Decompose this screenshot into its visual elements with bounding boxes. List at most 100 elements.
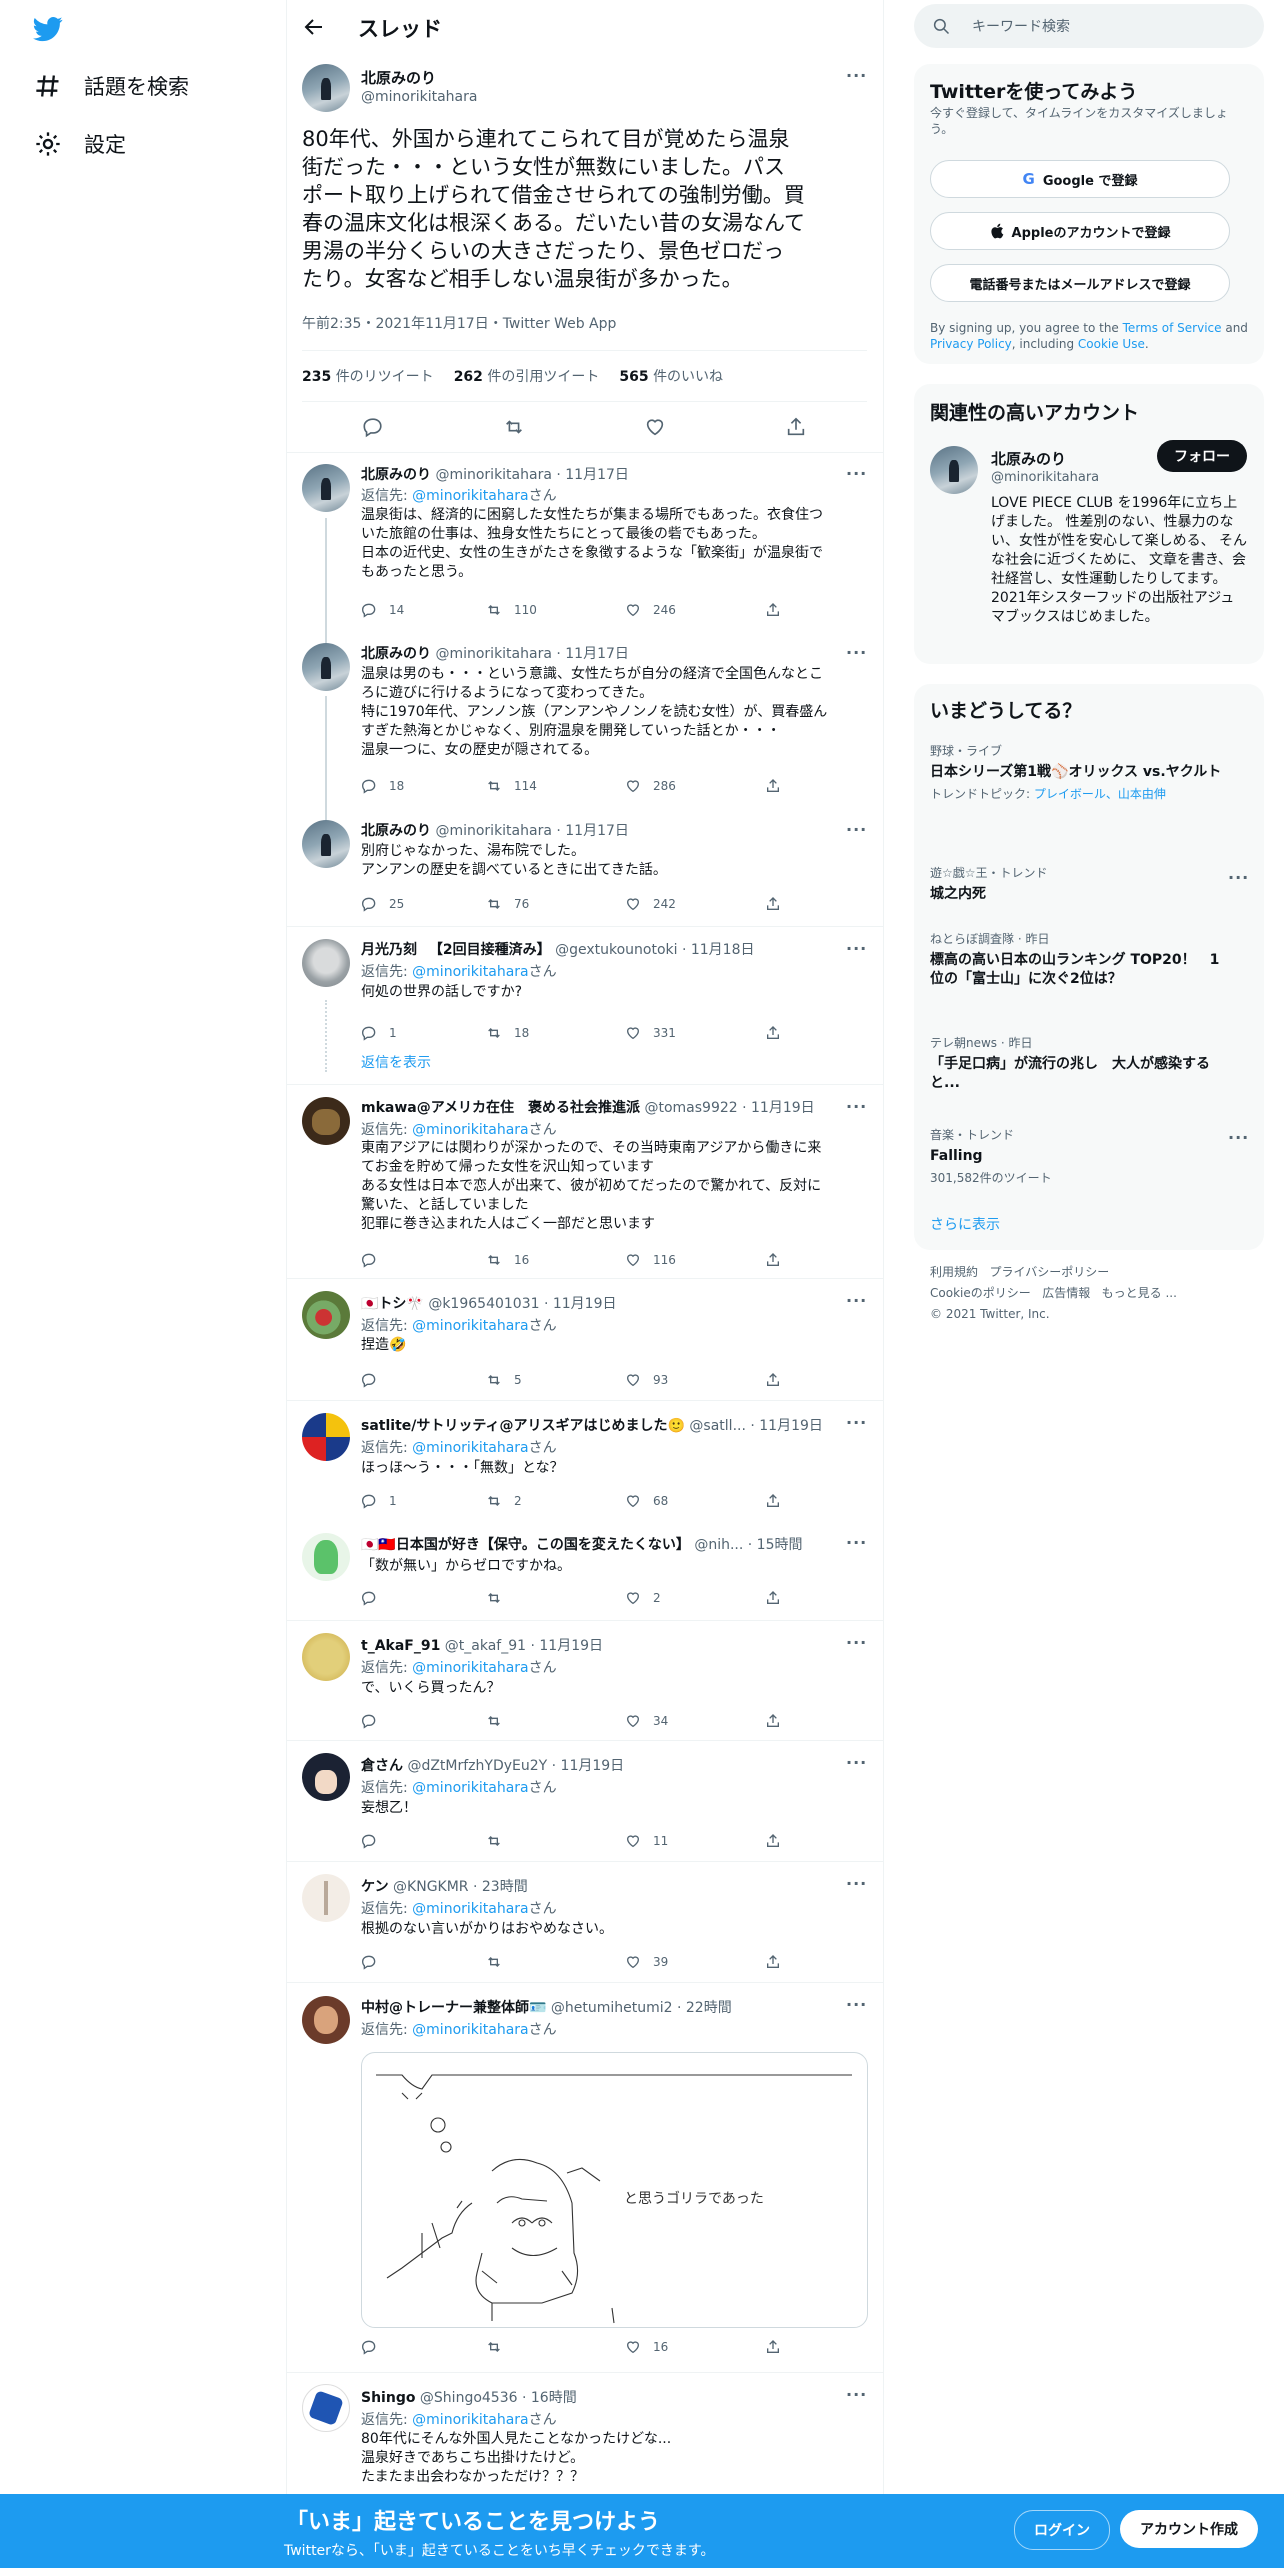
reply-tweet[interactable]: 🇯🇵トシ🎌 @k1965401031 · 11月19日 ··· 返信先: @mi… (286, 1278, 883, 1400)
author-name[interactable]: mkawa@アメリカ在住 褒める社会推進派 (361, 1100, 640, 1116)
avatar[interactable] (302, 820, 350, 868)
show-more-link[interactable]: さらに表示 (930, 1214, 1000, 1234)
reply-button[interactable] (361, 1252, 389, 1268)
avatar[interactable] (302, 643, 350, 691)
author-handle[interactable]: @KNGKMR · 23時間 (393, 1879, 528, 1895)
author-name[interactable]: ケン (361, 1879, 389, 1895)
avatar[interactable] (302, 1753, 350, 1801)
reply-tweet[interactable]: satlite/サトリッティ@アリスギアはじめました🙂 @satll... · … (286, 1400, 883, 1520)
share-button[interactable] (765, 1833, 781, 1849)
reply-tweet[interactable]: 北原みのり @minorikitahara · 11月17日 ··· 返信先: … (286, 452, 883, 627)
avatar[interactable] (302, 64, 350, 112)
mention-link[interactable]: @minorikitahara (412, 964, 528, 980)
retweets-stat[interactable]: 235 件のリツイート (302, 366, 434, 386)
reply-tweet[interactable]: mkawa@アメリカ在住 褒める社会推進派 @tomas9922 · 11月19… (286, 1084, 883, 1278)
mention-link[interactable]: @minorikitahara (412, 1122, 528, 1138)
retweet-button[interactable]: 18 (486, 1025, 529, 1041)
search-input[interactable] (970, 14, 1244, 40)
retweet-button[interactable]: 16 (486, 1252, 529, 1268)
author-name[interactable]: 月光乃刻 【2回目接種済み】 (361, 942, 551, 958)
reply-button[interactable] (361, 2339, 389, 2355)
trend-item[interactable]: 野球・ライブ 日本シリーズ第1戦⚾オリックス vs.ヤクルト トレンドトピック:… (930, 742, 1230, 802)
mention-link[interactable]: @minorikitahara (412, 1901, 528, 1917)
footer-terms-link[interactable]: 利用規約 (930, 1265, 978, 1279)
author-handle[interactable]: @hetumihetumi2 · 22時間 (551, 2000, 732, 2016)
like-button[interactable]: 11 (625, 1833, 668, 1849)
related-name[interactable]: 北原みのり (991, 448, 1066, 469)
share-button[interactable] (765, 778, 781, 794)
mention-link[interactable]: @minorikitahara (412, 488, 528, 504)
retweet-icon[interactable] (503, 416, 525, 438)
author-name[interactable]: 中村@トレーナー兼整体師🪪 (361, 2000, 546, 2016)
like-button[interactable]: 68 (625, 1493, 668, 1509)
avatar[interactable] (302, 464, 350, 512)
reply-tweet[interactable]: 北原みのり @minorikitahara · 11月17日 ··· 別府じゃな… (286, 808, 883, 928)
like-button[interactable]: 286 (625, 778, 676, 794)
cookie-link[interactable]: Cookie Use (1078, 337, 1145, 351)
avatar[interactable] (302, 1633, 350, 1681)
like-button[interactable]: 331 (625, 1025, 676, 1041)
author-handle[interactable]: @Shingo4536 · 16時間 (420, 2390, 577, 2406)
share-button[interactable] (765, 1252, 781, 1268)
reply-button[interactable] (361, 1833, 389, 1849)
reply-button[interactable] (361, 1954, 389, 1970)
share-button[interactable] (765, 1590, 781, 1606)
retweet-button[interactable]: 114 (486, 778, 537, 794)
author-handle[interactable]: @minorikitahara · 11月17日 (435, 646, 628, 662)
author-handle[interactable]: @tomas9922 · 11月19日 (644, 1100, 814, 1116)
retweet-button[interactable]: 2 (486, 1493, 522, 1509)
author-handle[interactable]: @satll... · 11月19日 (689, 1418, 822, 1434)
share-button[interactable] (765, 1025, 781, 1041)
more-options-icon[interactable]: ··· (846, 66, 867, 85)
share-button[interactable] (765, 1713, 781, 1729)
reply-button[interactable]: 1 (361, 1025, 397, 1041)
author-name[interactable]: 北原みのり (361, 823, 431, 839)
reply-button[interactable] (361, 1590, 389, 1606)
like-button[interactable]: 39 (625, 1954, 668, 1970)
trend-item[interactable]: 遊☆戯☆王・トレンド 城之内死 (930, 864, 1230, 904)
twitter-logo-icon[interactable] (32, 14, 64, 44)
more-options-icon[interactable]: ··· (846, 643, 867, 662)
share-button[interactable] (765, 1372, 781, 1388)
reply-icon[interactable] (362, 416, 384, 438)
like-button[interactable]: 246 (625, 602, 676, 618)
retweet-button[interactable]: 110 (486, 602, 537, 618)
author-name[interactable]: 倉さん (361, 1758, 403, 1774)
reply-tweet[interactable]: 月光乃刻 【2回目接種済み】 @gextukounotoki · 11月18日 … (286, 926, 883, 1086)
mention-link[interactable]: @minorikitahara (412, 2412, 528, 2428)
more-options-icon[interactable]: ··· (1228, 868, 1249, 887)
more-options-icon[interactable]: ··· (846, 464, 867, 483)
reply-button[interactable] (361, 1372, 389, 1388)
more-options-icon[interactable]: ··· (846, 1995, 867, 2014)
login-button[interactable]: ログイン (1014, 2510, 1110, 2550)
privacy-link[interactable]: Privacy Policy (930, 337, 1012, 351)
retweet-button[interactable]: 76 (486, 896, 529, 912)
related-handle[interactable]: @minorikitahara (991, 470, 1099, 485)
like-button[interactable]: 16 (625, 2339, 668, 2355)
share-button[interactable] (765, 2339, 781, 2355)
avatar[interactable] (302, 939, 350, 987)
retweet-button[interactable] (486, 1833, 514, 1849)
reply-button[interactable]: 1 (361, 1493, 397, 1509)
author-handle[interactable]: @minorikitahara (361, 89, 477, 105)
mention-link[interactable]: @minorikitahara (412, 2022, 528, 2038)
show-replies-link[interactable]: 返信を表示 (361, 1052, 431, 1072)
author-handle[interactable]: @dZtMrfzhYDyEu2Y · 11月19日 (407, 1758, 624, 1774)
google-signup-button[interactable]: G Google で登録 (930, 160, 1230, 198)
share-button[interactable] (765, 1954, 781, 1970)
like-button[interactable]: 116 (625, 1252, 676, 1268)
reply-button[interactable]: 25 (361, 896, 404, 912)
quotes-stat[interactable]: 262 件の引用ツイート (454, 366, 600, 386)
back-arrow-icon[interactable] (302, 15, 326, 39)
reply-tweet[interactable]: 倉さん @dZtMrfzhYDyEu2Y · 11月19日 ··· 返信先: @… (286, 1740, 883, 1861)
more-options-icon[interactable]: ··· (846, 1533, 867, 1552)
search-box[interactable] (914, 4, 1264, 48)
like-button[interactable]: 2 (625, 1590, 661, 1606)
more-options-icon[interactable]: ··· (846, 1097, 867, 1116)
reply-button[interactable]: 18 (361, 778, 404, 794)
more-options-icon[interactable]: ··· (1228, 1128, 1249, 1147)
share-button[interactable] (765, 1493, 781, 1509)
mention-link[interactable]: @minorikitahara (412, 1318, 528, 1334)
trend-item[interactable]: 音楽・トレンド Falling 301,582件のツイート (930, 1126, 1230, 1186)
nav-explore[interactable]: 話題を検索 (34, 71, 189, 101)
